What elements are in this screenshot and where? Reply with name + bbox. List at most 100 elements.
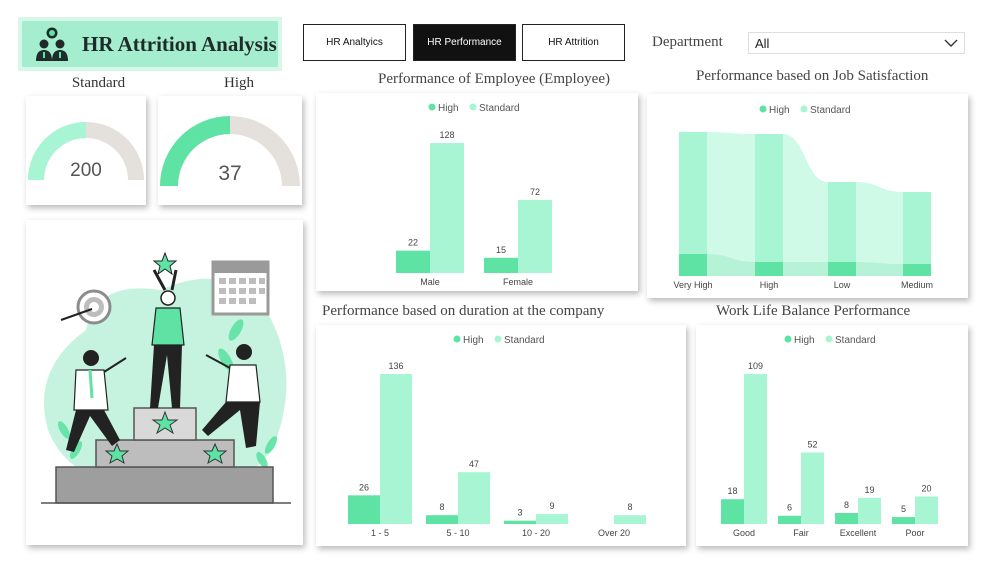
duration-chart-card: High Standard 1 - 5 26 136 5 - 10 8 47 10 - 20 3 9… xyxy=(316,325,686,546)
bar-high[interactable] xyxy=(721,499,744,524)
satisfaction-performance-chart: High Standard Very High High Low Medium xyxy=(673,105,933,290)
legend-high-marker xyxy=(759,105,767,113)
legend-standard-label: Standard xyxy=(835,335,876,346)
kpi-high-card: 37 xyxy=(158,96,302,205)
legend-high-label: High xyxy=(463,335,484,346)
data-label-high: 8 xyxy=(844,500,849,510)
bar-standard[interactable] xyxy=(801,452,824,524)
nav-hr-analytics-button[interactable]: HR Analtyics xyxy=(303,24,406,61)
x-tick-label: Poor xyxy=(905,528,924,538)
bar-standard[interactable] xyxy=(915,496,938,524)
bar-standard[interactable] xyxy=(430,143,464,273)
team-winners-illustration xyxy=(41,251,291,504)
satisfaction-chart-title: Performance based on Job Satisfaction xyxy=(696,68,929,84)
illustration-card xyxy=(26,220,303,545)
x-tick-label: Very High xyxy=(673,280,712,290)
legend-high-marker xyxy=(784,335,792,343)
legend-standard-marker xyxy=(494,335,502,343)
bar-standard[interactable] xyxy=(614,515,646,524)
legend-high-label: High xyxy=(769,105,790,116)
legend-standard-label: Standard xyxy=(504,335,545,346)
chevron-down-icon xyxy=(944,39,958,47)
nav-hr-attrition-button[interactable]: HR Attrition xyxy=(522,24,625,61)
data-label-high: 8 xyxy=(439,502,444,512)
legend-standard-label: Standard xyxy=(479,103,520,114)
gender-chart-card: High Standard Male 22 128 Female 15 72 xyxy=(316,93,638,291)
bar-standard[interactable] xyxy=(679,132,707,254)
high-gauge: 37 xyxy=(160,116,300,186)
x-tick-label: Good xyxy=(733,528,755,538)
bar-high[interactable] xyxy=(504,520,536,524)
x-tick-label: 1 - 5 xyxy=(371,528,389,538)
x-tick-label: 5 - 10 xyxy=(446,528,469,538)
bar-high[interactable] xyxy=(835,512,858,524)
kpi-high-value: 37 xyxy=(218,162,241,185)
bar-high[interactable] xyxy=(484,257,518,273)
bar-standard[interactable] xyxy=(458,472,490,524)
bar-standard[interactable] xyxy=(858,497,881,524)
legend-high-marker xyxy=(453,335,461,343)
gender-performance-chart: High Standard Male 22 128 Female 15 72 xyxy=(396,103,552,287)
legend-standard-marker xyxy=(800,105,808,113)
bar-standard[interactable] xyxy=(744,374,767,524)
team-icon xyxy=(36,27,68,61)
kpi-high-label: High xyxy=(224,75,254,91)
data-label-standard: 109 xyxy=(748,361,763,371)
data-label-standard: 19 xyxy=(864,485,874,495)
legend-high-label: High xyxy=(438,103,459,114)
bar-standard[interactable] xyxy=(828,182,856,262)
kpi-standard-card: 200 xyxy=(26,96,146,205)
data-label-high: 22 xyxy=(408,238,418,248)
gender-chart-title: Performance of Employee (Employee) xyxy=(378,71,610,87)
bar-standard[interactable] xyxy=(380,374,412,524)
x-tick-label: Male xyxy=(420,277,440,287)
data-label-high: 3 xyxy=(517,508,522,518)
kpi-standard-label: Standard xyxy=(71,75,126,91)
x-tick-label: Excellent xyxy=(840,528,877,538)
x-tick-label: Female xyxy=(503,277,533,287)
data-label-high: 18 xyxy=(727,486,737,496)
ribbon-standard xyxy=(707,132,903,264)
page-title: HR Attrition Analysis xyxy=(82,31,277,56)
legend-standard-marker xyxy=(825,335,833,343)
legend-standard-marker xyxy=(469,103,477,111)
duration-performance-chart: High Standard 1 - 5 26 136 5 - 10 8 47 10 - 203 9… xyxy=(348,335,646,538)
bar-high[interactable] xyxy=(903,264,931,276)
nav-hr-performance-button[interactable]: HR Performance xyxy=(413,24,516,61)
data-label-high: 5 xyxy=(901,504,906,514)
bar-standard[interactable] xyxy=(518,199,552,273)
bar-high[interactable] xyxy=(396,250,430,273)
x-tick-label: High xyxy=(760,280,779,290)
data-label-standard: 20 xyxy=(921,483,931,493)
bar-standard[interactable] xyxy=(903,192,931,264)
bar-high[interactable] xyxy=(778,515,801,524)
bar-standard[interactable] xyxy=(536,514,568,524)
x-tick-label: Medium xyxy=(901,280,933,290)
x-tick-label: Fair xyxy=(793,528,809,538)
bar-high[interactable] xyxy=(755,262,783,276)
x-tick-label: Over 20 xyxy=(598,528,630,538)
bar-standard[interactable] xyxy=(755,134,783,262)
bar-high[interactable] xyxy=(426,515,458,524)
bar-high[interactable] xyxy=(679,254,707,276)
target-icon xyxy=(60,289,112,325)
legend-standard-label: Standard xyxy=(810,105,851,116)
bar-high[interactable] xyxy=(348,495,380,524)
department-select[interactable]: All xyxy=(748,32,965,54)
data-label-standard: 47 xyxy=(469,459,479,469)
data-label-standard: 8 xyxy=(627,502,632,512)
department-select-value: All xyxy=(755,35,770,51)
wlb-performance-chart: High Standard Good 18 109 Fair 6 52 Excellent 8 19… xyxy=(721,335,938,538)
legend-high-marker xyxy=(428,103,436,111)
dashboard-title-bar: HR Attrition Analysis xyxy=(22,21,278,67)
wlb-chart-title: Work Life Balance Performance xyxy=(716,303,911,319)
data-label-standard: 9 xyxy=(549,501,554,511)
data-label-high: 6 xyxy=(787,503,792,513)
x-tick-label: 10 - 20 xyxy=(522,528,550,538)
x-tick-label: Low xyxy=(834,280,851,290)
data-label-standard: 72 xyxy=(530,187,540,197)
bar-high[interactable] xyxy=(892,517,915,524)
data-label-high: 26 xyxy=(359,482,369,492)
bar-high[interactable] xyxy=(828,262,856,276)
kpi-standard-value: 200 xyxy=(70,160,102,181)
